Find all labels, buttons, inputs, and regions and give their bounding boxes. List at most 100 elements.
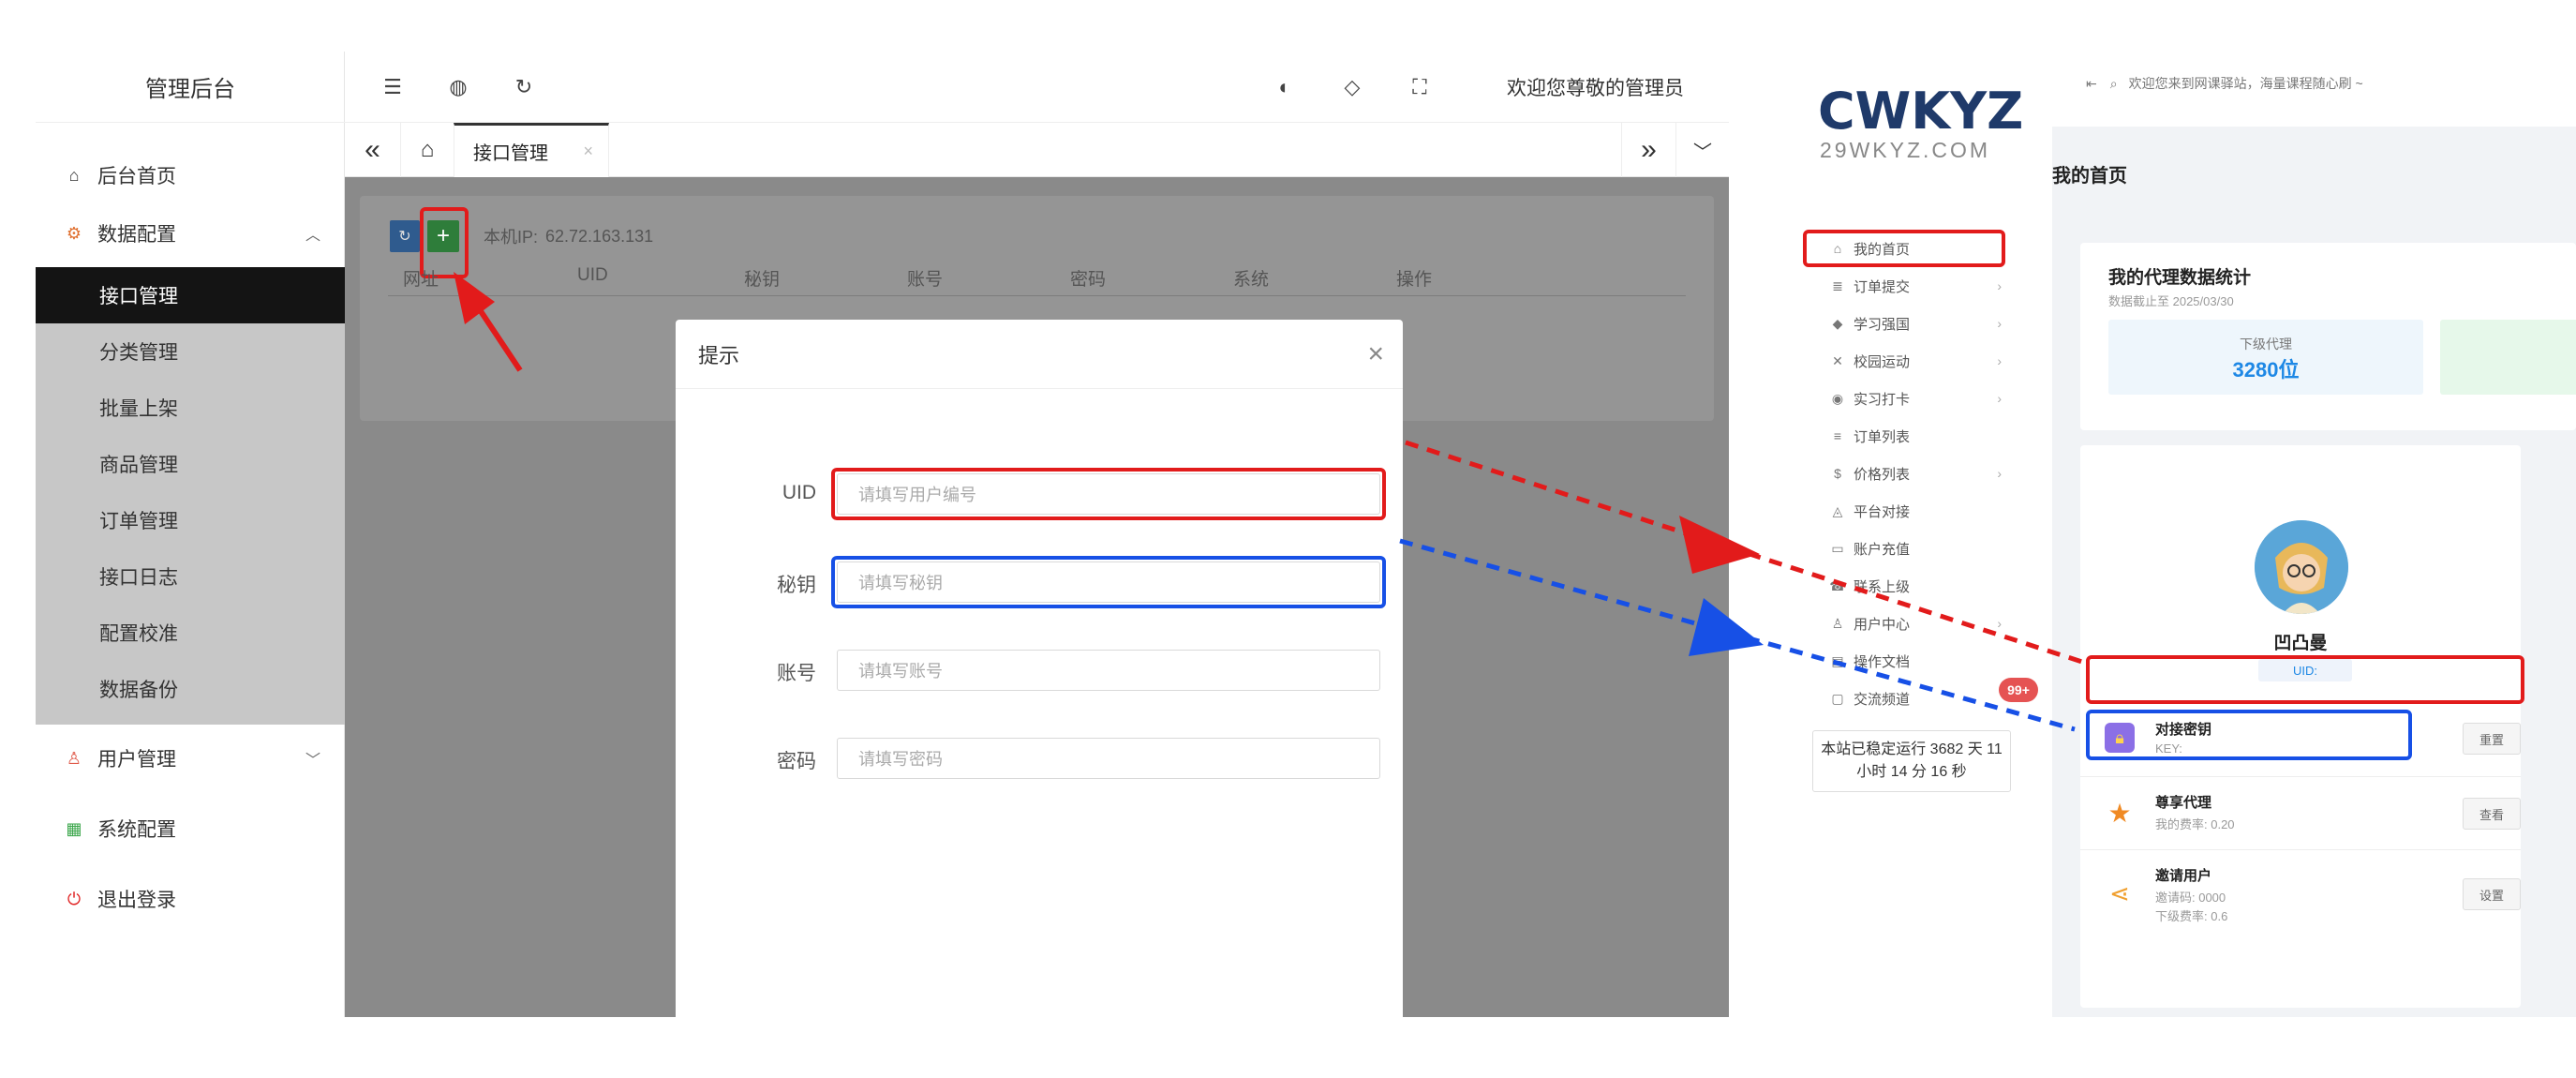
menu-sys-config-label: 系统配置 bbox=[97, 819, 176, 841]
dollar-icon: $ bbox=[1834, 466, 1841, 481]
nav-item[interactable]: ◉ 实习打卡 › bbox=[1812, 380, 2005, 417]
back-icon[interactable]: ⇤ bbox=[2086, 76, 2097, 92]
collapse-icon[interactable]: ☰ bbox=[377, 71, 409, 103]
chevron-down-icon: ﹀ bbox=[305, 753, 320, 769]
account-label: 账号 bbox=[777, 663, 816, 684]
table-divider bbox=[388, 295, 1686, 296]
contact-icon: ☎ bbox=[1829, 577, 1846, 593]
page-title: 我的首页 bbox=[2052, 166, 2127, 187]
graduation-icon: ◆ bbox=[1832, 315, 1843, 331]
menu-home-label: 后台首页 bbox=[97, 166, 176, 187]
password-label: 密码 bbox=[777, 751, 816, 772]
palette-icon[interactable]: ◐ bbox=[1269, 71, 1301, 103]
search-icon[interactable]: ⌕ bbox=[2110, 76, 2118, 92]
list-icon: ≣ bbox=[1832, 277, 1843, 293]
nav-item-label: 操作文档 bbox=[1854, 653, 1911, 670]
sub-agent-tile: 下级代理 3280位 bbox=[2108, 320, 2423, 395]
chevron-right-icon: › bbox=[1997, 466, 2002, 481]
sub-item-interface[interactable]: 接口管理 bbox=[36, 267, 345, 323]
account-input[interactable]: 请填写账号 bbox=[837, 650, 1380, 691]
nav-item[interactable]: ▭ 账户充值 bbox=[1812, 530, 2005, 567]
grid-icon: ▦ bbox=[66, 819, 82, 838]
sub-item-calibrate[interactable]: 配置校准 bbox=[36, 605, 345, 661]
home-tab-icon[interactable]: ⌂ bbox=[401, 123, 454, 177]
tabs-prev-icon[interactable]: « bbox=[345, 123, 401, 177]
col-password: 密码 bbox=[1070, 270, 1107, 290]
admin-sidebar: 管理后台 ⌂ 后台首页 ⚙ 数据配置 ︿ 接口管理 分类管理 批量上架 商品管理… bbox=[36, 52, 345, 1017]
nav-item-label: 账户充值 bbox=[1854, 541, 1911, 558]
admin-tabs-bar: « ⌂ 接口管理 × » ﹀ bbox=[345, 123, 1729, 177]
menu-user-mgmt[interactable]: ♙ 用户管理 ﹀ bbox=[36, 725, 345, 792]
menu-data-config[interactable]: ⚙ 数据配置 ︿ bbox=[36, 200, 345, 267]
site-logo: C WKYZ bbox=[1818, 82, 2023, 141]
ip-label: 本机IP: bbox=[484, 228, 539, 247]
avatar bbox=[2255, 520, 2348, 614]
sub-item-goods[interactable]: 商品管理 bbox=[36, 436, 345, 492]
sub-item-category[interactable]: 分类管理 bbox=[36, 323, 345, 380]
close-icon[interactable]: × bbox=[1367, 338, 1384, 370]
menu-data-config-label: 数据配置 bbox=[97, 224, 176, 246]
menu-logout[interactable]: ⏻ 退出登录 bbox=[36, 865, 345, 933]
nav-item[interactable]: ◆ 学习强国 › bbox=[1812, 305, 2005, 342]
nav-item-label: 联系上级 bbox=[1854, 578, 1911, 595]
data-config-submenu: 接口管理 分类管理 批量上架 商品管理 订单管理 接口日志 配置校准 数据备份 bbox=[36, 267, 345, 725]
admin-window: 管理后台 ⌂ 后台首页 ⚙ 数据配置 ︿ 接口管理 分类管理 批量上架 商品管理… bbox=[36, 52, 1729, 1017]
nav-item[interactable]: ≣ 订单提交 › bbox=[1812, 267, 2005, 305]
nav-item[interactable]: ▢ 交流频道 bbox=[1812, 680, 2005, 717]
site-main: 我的首页 我的代理数据统计 数据截止至 2025/03/30 下级代理 3280… bbox=[2052, 127, 2576, 1017]
nav-item[interactable]: $ 价格列表 › bbox=[1812, 455, 2005, 492]
ip-value: 62.72.163.131 bbox=[545, 226, 654, 246]
col-secret: 秘钥 bbox=[744, 270, 781, 290]
close-icon[interactable]: × bbox=[583, 142, 593, 161]
local-ip: 本机IP: 62.72.163.131 bbox=[484, 220, 653, 252]
vip-title: 尊享代理 bbox=[2155, 795, 2212, 811]
fullscreen-icon[interactable]: ⛶ bbox=[1404, 71, 1436, 103]
site-topbar: ⇤ ⌕ 欢迎您来到网课驿站，海量课程随心刷 ~ bbox=[2086, 72, 2363, 95]
col-system: 系统 bbox=[1233, 270, 1270, 290]
user-icon: ♙ bbox=[1831, 615, 1844, 631]
nav-item-label: 实习打卡 bbox=[1854, 391, 1911, 408]
nav-item[interactable]: ♙ 用户中心 › bbox=[1812, 605, 2005, 642]
view-button[interactable]: 查看 bbox=[2463, 798, 2521, 830]
admin-header: ☰ ◍ ↻ ◐ ◇ ⛶ 欢迎您尊敬的管理员 bbox=[345, 52, 1729, 123]
refresh-button[interactable]: ↻ bbox=[390, 220, 420, 252]
tabs-next-icon[interactable]: » bbox=[1621, 123, 1675, 177]
gear-icon: ⚙ bbox=[66, 224, 82, 243]
stats-card: 我的代理数据统计 数据截止至 2025/03/30 下级代理 3280位 bbox=[2080, 243, 2576, 430]
list-item-invite: ⋖ 邀请用户 邀请码: 0000 下级费率: 0.6 设置 bbox=[2080, 850, 2521, 940]
stats-subtitle: 数据截止至 2025/03/30 bbox=[2108, 294, 2234, 308]
power-icon: ⏻ bbox=[67, 890, 82, 908]
menu-sys-config[interactable]: ▦ 系统配置 bbox=[36, 795, 345, 862]
chevron-right-icon: › bbox=[1997, 278, 2002, 293]
nav-item[interactable]: ▤ 操作文档 bbox=[1812, 642, 2005, 680]
settings-button[interactable]: 设置 bbox=[2463, 878, 2521, 910]
reset-button[interactable]: 重置 bbox=[2463, 723, 2521, 755]
sub-item-logs[interactable]: 接口日志 bbox=[36, 548, 345, 605]
prompt-modal: 提示 × UID 请填写用户编号 秘钥 请填写秘钥 账号 请填写账号 密码 请填… bbox=[676, 320, 1403, 1017]
home-icon: ⌂ bbox=[68, 166, 80, 185]
chevron-right-icon: › bbox=[1997, 391, 2002, 406]
uid-badge-highlight bbox=[2086, 655, 2524, 704]
nav-item[interactable]: ☎ 联系上级 bbox=[1812, 567, 2005, 605]
tab-interface-mgmt[interactable]: 接口管理 × bbox=[454, 123, 609, 177]
tabs-menu-chevron-icon[interactable]: ﹀ bbox=[1675, 123, 1729, 177]
share-icon: ⋖ bbox=[2109, 878, 2130, 907]
page-header: 我的首页 bbox=[2052, 127, 2576, 230]
nav-home-highlight bbox=[1803, 230, 2005, 267]
modal-header: 提示 × bbox=[676, 320, 1403, 389]
list-item-vip: ★ 尊享代理 我的费率: 0.20 查看 bbox=[2080, 777, 2521, 850]
password-input[interactable]: 请填写密码 bbox=[837, 738, 1380, 779]
nav-item[interactable]: ≡ 订单列表 bbox=[1812, 417, 2005, 455]
tag-icon[interactable]: ◇ bbox=[1336, 71, 1368, 103]
sub-item-batch[interactable]: 批量上架 bbox=[36, 380, 345, 436]
nav-item-label: 订单提交 bbox=[1854, 278, 1911, 295]
refresh-icon[interactable]: ↻ bbox=[508, 71, 540, 103]
tools-icon: ✕ bbox=[1832, 352, 1843, 368]
nav-item[interactable]: ◬ 平台对接 bbox=[1812, 492, 2005, 530]
col-actions: 操作 bbox=[1396, 270, 1433, 290]
sub-item-backup[interactable]: 数据备份 bbox=[36, 661, 345, 717]
sub-item-orders[interactable]: 订单管理 bbox=[36, 492, 345, 548]
globe-icon[interactable]: ◍ bbox=[442, 71, 474, 103]
docs-icon: ▤ bbox=[1831, 652, 1844, 668]
nav-item[interactable]: ✕ 校园运动 › bbox=[1812, 342, 2005, 380]
